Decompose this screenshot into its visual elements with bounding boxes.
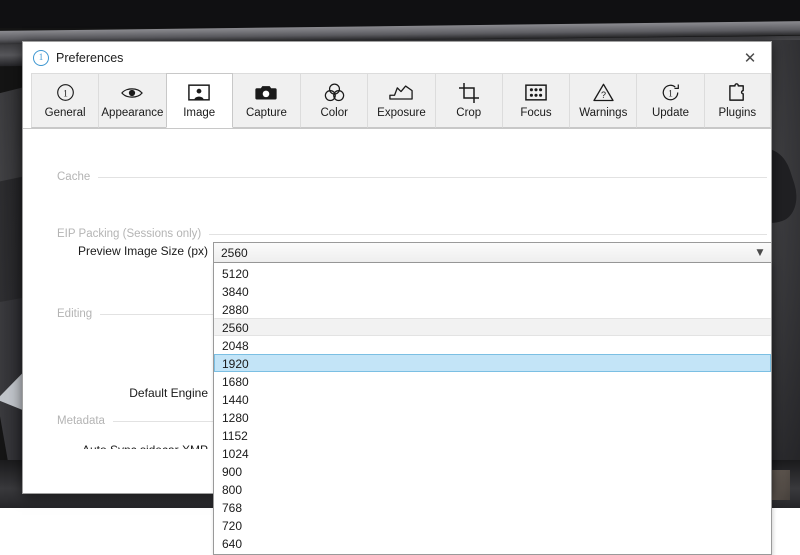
preferences-tabbar: 1 General Appearance Image Capture	[23, 73, 771, 129]
section-divider	[209, 234, 767, 235]
section-divider	[98, 177, 767, 178]
preview-image-size-label: Preview Image Size (px)	[48, 244, 208, 258]
close-icon[interactable]: ✕	[735, 47, 765, 69]
tab-crop-label: Crop	[456, 107, 481, 119]
dropdown-option[interactable]: 2880	[214, 300, 771, 318]
preferences-content: Cache EIP Packing (Sessions only) Editin…	[23, 129, 771, 493]
tab-appearance-label: Appearance	[101, 107, 163, 119]
dropdown-option[interactable]: 720	[214, 516, 771, 534]
chevron-down-icon[interactable]: ▼	[749, 248, 771, 258]
tab-image[interactable]: Image	[166, 73, 233, 128]
section-title: Editing	[57, 308, 92, 320]
svg-text:1: 1	[63, 89, 68, 99]
dropdown-option[interactable]: 1680	[214, 372, 771, 390]
window-titlebar: 1 Preferences ✕	[23, 42, 771, 73]
color-circles-icon	[324, 83, 345, 103]
dropdown-option[interactable]: 640	[214, 534, 771, 552]
tab-capture[interactable]: Capture	[233, 73, 300, 128]
combobox-value: 2560	[214, 246, 749, 260]
tab-plugins[interactable]: Plugins	[704, 73, 771, 128]
tab-warnings[interactable]: ? Warnings	[569, 73, 636, 128]
tab-image-label: Image	[183, 107, 215, 119]
tab-crop[interactable]: Crop	[435, 73, 502, 128]
dropdown-option[interactable]: 1280	[214, 408, 771, 426]
info-circle-icon: 1	[33, 50, 49, 66]
numbered-circle-icon: 1	[56, 83, 75, 103]
dropdown-option[interactable]: 2048	[214, 336, 771, 354]
focus-grid-icon	[525, 83, 547, 103]
camera-icon	[255, 83, 277, 103]
window-title: Preferences	[56, 51, 735, 65]
crop-icon	[459, 83, 479, 103]
preferences-window: 1 Preferences ✕ 1 General Appearance Ima…	[22, 41, 772, 494]
tab-appearance[interactable]: Appearance	[98, 73, 165, 128]
update-circle-icon: 1	[661, 83, 680, 103]
section-title: Metadata	[57, 415, 105, 427]
warning-triangle-icon: ?	[593, 83, 614, 103]
tab-exposure[interactable]: Exposure	[367, 73, 434, 128]
tab-focus-label: Focus	[520, 107, 551, 119]
dropdown-option[interactable]: 1920	[214, 354, 771, 372]
preview-image-size-combobox[interactable]: 2560 ▼	[213, 242, 772, 263]
svg-text:1: 1	[668, 89, 673, 99]
section-title: EIP Packing (Sessions only)	[57, 228, 201, 240]
dropdown-option[interactable]: 2560	[214, 318, 771, 336]
tab-color-label: Color	[320, 107, 347, 119]
dropdown-option[interactable]: 800	[214, 480, 771, 498]
dropdown-option[interactable]: 1024	[214, 444, 771, 462]
eye-icon	[121, 83, 143, 103]
preview-image-size-dropdown-list[interactable]: 5120384028802560204819201680144012801152…	[213, 263, 772, 555]
tab-capture-label: Capture	[246, 107, 287, 119]
dropdown-option[interactable]: 768	[214, 498, 771, 516]
svg-text:?: ?	[601, 90, 606, 100]
dropdown-option[interactable]: 1440	[214, 390, 771, 408]
tab-color[interactable]: Color	[300, 73, 367, 128]
tab-update[interactable]: 1 Update	[636, 73, 703, 128]
default-engine-label: Default Engine	[48, 386, 208, 400]
histogram-icon	[389, 83, 413, 103]
puzzle-piece-icon	[728, 83, 747, 103]
section-header-eip-packing: EIP Packing (Sessions only)	[57, 228, 767, 240]
tab-warnings-label: Warnings	[579, 107, 627, 119]
section-header-cache: Cache	[57, 171, 767, 183]
dropdown-option[interactable]: 900	[214, 462, 771, 480]
dropdown-option[interactable]: 5120	[214, 264, 771, 282]
tab-general-label: General	[45, 107, 86, 119]
tab-plugins-label: Plugins	[718, 107, 756, 119]
tab-general[interactable]: 1 General	[31, 73, 98, 128]
dropdown-option[interactable]: 3840	[214, 282, 771, 300]
tab-exposure-label: Exposure	[377, 107, 426, 119]
section-title: Cache	[57, 171, 90, 183]
dropdown-option[interactable]: 1152	[214, 426, 771, 444]
portrait-frame-icon	[188, 83, 210, 103]
tab-update-label: Update	[652, 107, 689, 119]
tab-focus[interactable]: Focus	[502, 73, 569, 128]
